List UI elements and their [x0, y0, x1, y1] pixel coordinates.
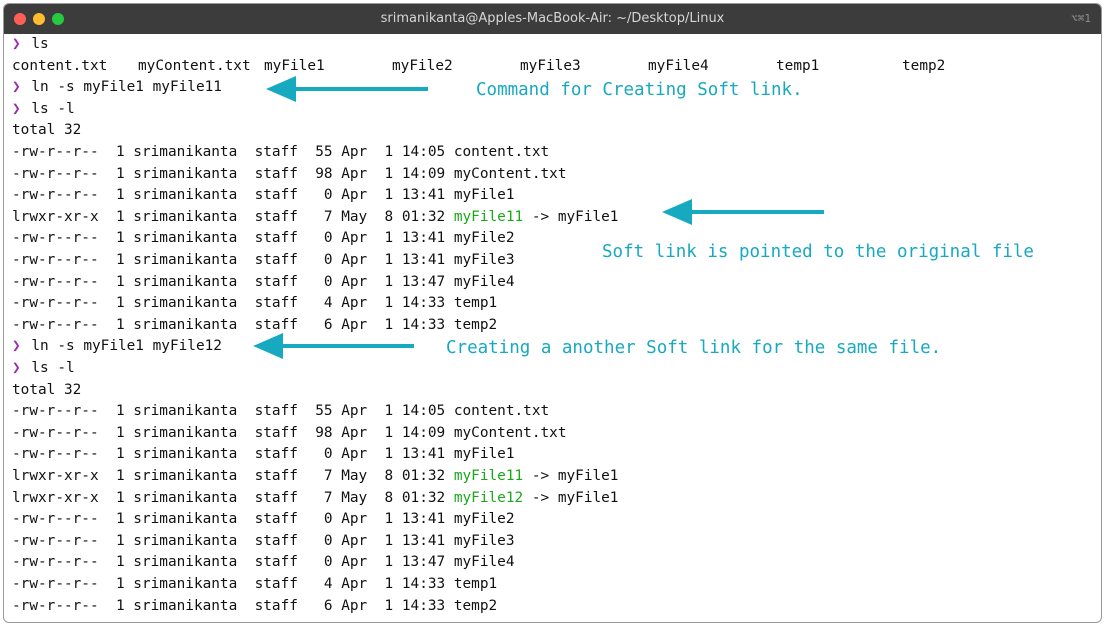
arrow-to-ln-command-2: [253, 333, 414, 359]
arrow-to-ln-command-1: [266, 76, 428, 102]
arrow-to-symlink-entry: [662, 199, 824, 225]
annotation-arrows: [253, 76, 824, 359]
terminal-window: srimanikanta@Apples-MacBook-Air: ~/Deskt…: [3, 3, 1102, 623]
